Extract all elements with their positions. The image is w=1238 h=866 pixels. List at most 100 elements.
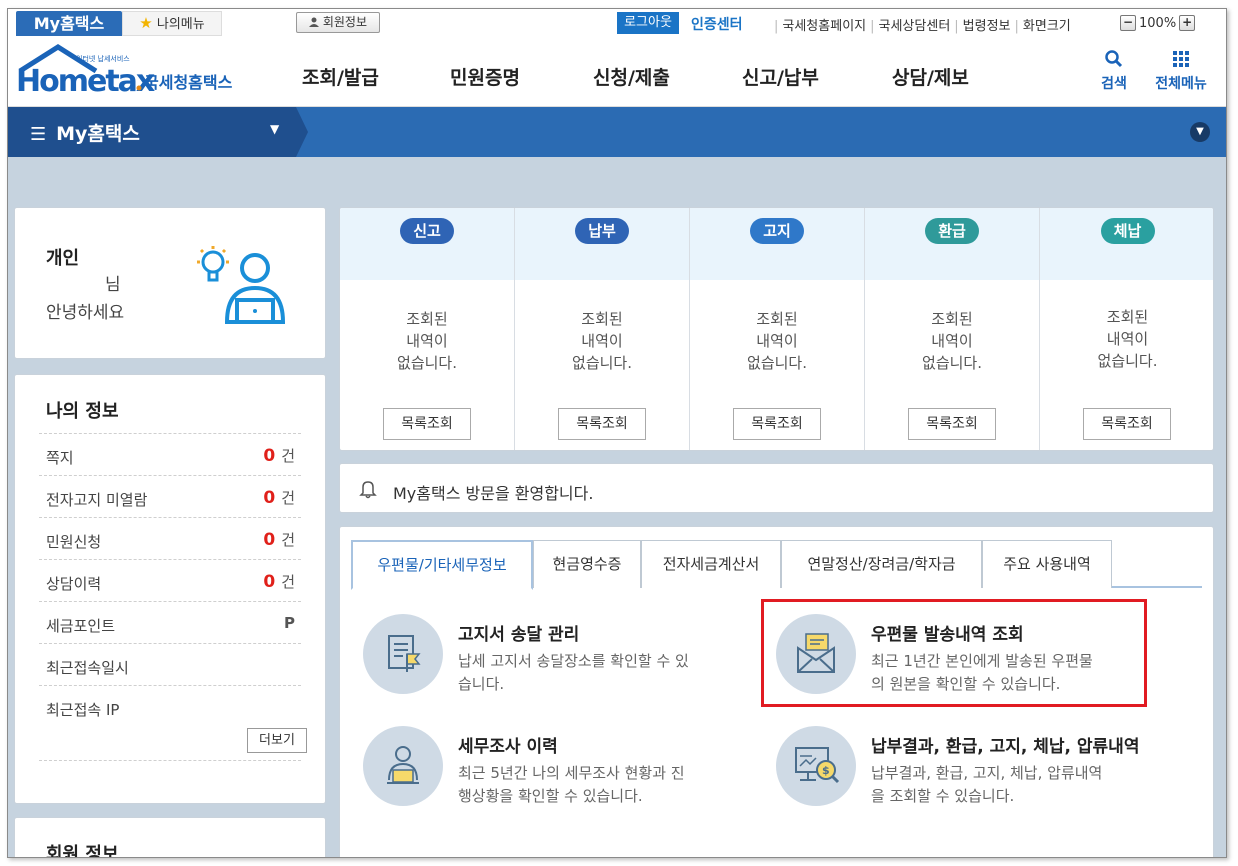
zoom-in-button[interactable]: + — [1179, 15, 1196, 31]
tab-cash-receipt[interactable]: 현금영수증 — [533, 540, 641, 588]
my-hometax-tab[interactable]: My홈택스 — [16, 11, 122, 36]
tab-usage-history[interactable]: 주요 사용내역 — [982, 540, 1112, 588]
service-payment-results[interactable]: $ 납부결과, 환급, 고지, 체납, 압류내역 납부결과, 환급, 고지, 체… — [776, 726, 1156, 826]
separator: | — [870, 19, 875, 34]
tab-e-tax-invoice[interactable]: 전자세금계산서 — [641, 540, 781, 588]
status-msg-line: 내역이 — [931, 332, 973, 350]
info-row-count: 0 — [263, 572, 276, 592]
info-row-label: 민원신청 — [46, 533, 102, 551]
status-msg-line: 없습니다. — [922, 354, 982, 372]
service-desc-line: 납세 고지서 송달장소를 확인할 수 있 — [458, 652, 689, 670]
hometax-logo-icon: 인터넷 납세서비스 Hometax 국세청홈택스 — [16, 44, 233, 99]
info-row-e-notice[interactable]: 전자고지 미열람 0 건 — [39, 475, 301, 517]
info-row-label: 전자고지 미열람 — [46, 491, 148, 509]
highlight-box — [761, 599, 1147, 707]
info-row-consult-history[interactable]: 상담이력 0 건 — [39, 559, 301, 601]
list-view-button[interactable]: 목록조회 — [908, 408, 996, 440]
info-row-tax-point[interactable]: 세금포인트 P — [39, 601, 301, 643]
info-row-civil-request[interactable]: 민원신청 0 건 — [39, 517, 301, 559]
hamburger-icon: ☰ — [30, 124, 47, 145]
document-flag-icon — [363, 614, 443, 694]
caret-down-icon[interactable]: ▼ — [270, 122, 279, 136]
all-menu-label: 전체메뉴 — [1155, 76, 1207, 92]
service-desc-line: 을 조회할 수 있습니다. — [871, 787, 1015, 805]
member-info-label: 회원정보 — [322, 15, 367, 29]
band-menu-toggle[interactable]: ☰ My홈택스 — [30, 119, 140, 146]
nav-certificate[interactable]: 민원증명 — [450, 63, 593, 90]
service-notice-delivery[interactable]: 고지서 송달 관리 납세 고지서 송달장소를 확인할 수 있습니다. — [363, 614, 743, 714]
zoom-out-button[interactable]: − — [1120, 15, 1136, 31]
status-message: 조회된 내역이 없습니다. — [340, 308, 514, 374]
status-badge: 신고 — [400, 218, 454, 244]
list-view-button[interactable]: 목록조회 — [558, 408, 646, 440]
status-msg-line: 내역이 — [756, 332, 798, 350]
status-msg-line: 조회된 — [756, 310, 798, 328]
service-desc-line: 행상황을 확인할 수 있습니다. — [458, 787, 643, 805]
member-info-button[interactable]: 회원정보 — [296, 12, 380, 33]
status-msg-line: 내역이 — [581, 332, 623, 350]
logo-sub-text: 국세청홈택스 — [144, 73, 233, 92]
status-panel: 신고 조회된 내역이 없습니다. 목록조회 납부 조회된 내역이 없습니다. 목록조회 … — [339, 207, 1214, 451]
user-computer-icon — [197, 246, 286, 324]
nts-consult-link[interactable]: 국세상담센터 — [879, 19, 951, 34]
service-title: 납부결과, 환급, 고지, 체납, 압류내역 — [871, 737, 1140, 757]
more-button[interactable]: 더보기 — [247, 728, 307, 753]
status-badge: 납부 — [575, 218, 629, 244]
services-panel: 우편물/기타세무정보 현금영수증 전자세금계산서 연말정산/장려금/학자금 주요… — [339, 526, 1214, 857]
status-msg-line: 조회된 — [581, 310, 623, 328]
nav-filing[interactable]: 신고/납부 — [742, 63, 892, 90]
service-desc: 납세 고지서 송달장소를 확인할 수 있습니다. — [458, 650, 748, 696]
service-title: 고지서 송달 관리 — [458, 625, 580, 645]
auditor-icon — [363, 726, 443, 806]
logo-small-text: 인터넷 납세서비스 — [76, 54, 130, 63]
search-button[interactable]: 검색 — [1092, 49, 1136, 93]
status-msg-line: 조회된 — [931, 310, 973, 328]
status-badge: 환급 — [925, 218, 979, 244]
my-info-panel: 나의 정보 쪽지 0 건 전자고지 미열람 0 건 민원신청 0 건 상담이력 0 건 세금포인… — [14, 374, 326, 804]
status-badge: 체납 — [1100, 218, 1155, 244]
status-msg-line: 없습니다. — [747, 354, 807, 372]
list-view-button[interactable]: 목록조회 — [1083, 408, 1171, 440]
nav-inquiry[interactable]: 조회/발급 — [302, 63, 450, 90]
bell-icon — [359, 481, 377, 499]
chevron-down-icon[interactable]: ▼ — [1190, 122, 1210, 142]
my-menu-label: 나의메뉴 — [156, 17, 205, 32]
status-msg-line: 조회된 — [1106, 308, 1149, 326]
hometax-logo[interactable]: 인터넷 납세서비스 Hometax 국세청홈택스 — [14, 41, 244, 103]
nts-homepage-link[interactable]: 국세청홈페이지 — [782, 19, 866, 34]
nav-application[interactable]: 신청/제출 — [593, 63, 742, 90]
separator: | — [1014, 19, 1019, 34]
search-icon — [1105, 50, 1123, 68]
my-menu-tab[interactable]: ★ 나의메뉴 — [122, 11, 222, 36]
status-message: 조회된내역이없습니다. — [690, 308, 864, 374]
logout-button[interactable]: 로그아웃 — [617, 12, 679, 34]
list-view-button[interactable]: 목록조회 — [383, 408, 471, 440]
info-row-value: 0건 — [263, 529, 295, 550]
info-row-value: P — [278, 613, 295, 633]
band-title: My홈택스 — [56, 123, 140, 145]
status-message: 조회된내역이없습니다. — [865, 308, 1039, 374]
info-row-count: 0 — [263, 446, 276, 466]
tab-year-end-settlement[interactable]: 연말정산/장려금/학자금 — [781, 540, 982, 588]
logo-main-text: Hometax — [16, 64, 155, 99]
info-row-messages[interactable]: 쪽지 0 건 — [39, 433, 301, 475]
user-type: 개인 — [46, 248, 80, 269]
status-notice: 고지 조회된 내역이 없습니다. 목록조회 — [690, 208, 865, 450]
nav-consultation[interactable]: 상담/제보 — [892, 63, 969, 90]
info-row-unit: 건 — [281, 447, 295, 465]
service-desc-line: 습니다. — [458, 675, 505, 693]
law-info-link[interactable]: 법령정보 — [963, 19, 1011, 34]
status-msg-line: 내역이 — [1106, 330, 1149, 348]
service-tax-audit-history[interactable]: 세무조사 이력 최근 5년간 나의 세무조사 현황과 진 행상황을 확인할 수 있… — [363, 726, 743, 826]
user-name-suffix: 님 — [105, 275, 121, 295]
info-row-label: 쪽지 — [46, 449, 74, 467]
member-panel: 회원 정보 — [14, 817, 326, 857]
tab-mail-tax-info[interactable]: 우편물/기타세무정보 — [351, 540, 533, 590]
info-row-label: 세금포인트 — [46, 617, 116, 635]
svg-text:$: $ — [822, 764, 830, 777]
info-row-unit: P — [284, 614, 295, 632]
list-view-button[interactable]: 목록조회 — [733, 408, 821, 440]
cert-center-link[interactable]: 인증센터 — [691, 14, 743, 34]
all-menu-button[interactable]: 전체메뉴 — [1148, 49, 1214, 93]
info-row-unit: 건 — [281, 489, 295, 507]
